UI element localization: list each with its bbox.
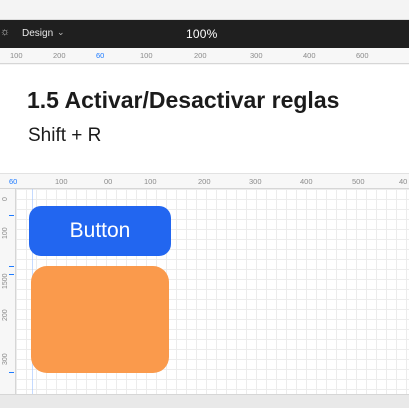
- ruler-label: 200: [198, 177, 211, 186]
- ruler-label: 200: [53, 51, 66, 60]
- content-panel: 1.5 Activar/Desactivar reglas Shift + R: [0, 65, 409, 173]
- ruler-label: 1500: [2, 273, 9, 289]
- top-toolbar: ☼ Design ⌄ 100%: [0, 0, 409, 48]
- ruler-label: 40: [399, 177, 408, 186]
- ruler-label: 300: [2, 353, 9, 365]
- ruler-label: 600: [356, 51, 369, 60]
- bottom-bar: [0, 394, 409, 408]
- ruler-label: 400: [303, 51, 316, 60]
- ruler-label: 60: [96, 51, 105, 60]
- ruler-label: 60: [9, 177, 18, 186]
- ruler-label: 100: [55, 177, 68, 186]
- ruler-label: 100: [144, 177, 157, 186]
- ruler-marker: [9, 274, 14, 275]
- ruler-marker: [9, 266, 14, 267]
- chevron-down-icon[interactable]: ⌄: [57, 27, 65, 38]
- zoom-level[interactable]: 100%: [186, 27, 218, 41]
- horizontal-ruler-lower[interactable]: 60 100 00 100 200 300 400 500 40: [0, 173, 409, 189]
- horizontal-ruler-upper: 100 200 60 100 200 300 400 600: [0, 48, 409, 64]
- ruler-label: 400: [300, 177, 313, 186]
- ruler-label: 200: [194, 51, 207, 60]
- ruler-label: 100: [10, 51, 23, 60]
- ruler-label: 100: [2, 227, 9, 239]
- ruler-label: 300: [249, 177, 262, 186]
- page-title: 1.5 Activar/Desactivar reglas: [27, 87, 340, 113]
- ruler-label: 100: [140, 51, 153, 60]
- design-tab[interactable]: Design: [22, 28, 53, 39]
- ruler-label: 500: [352, 177, 365, 186]
- keyboard-shortcut: Shift + R: [28, 125, 102, 146]
- orange-rectangle-shape[interactable]: [31, 266, 169, 373]
- ruler-label: 200: [2, 309, 9, 321]
- window-edge: [0, 0, 409, 20]
- ruler-marker: [9, 215, 14, 216]
- vertical-ruler[interactable]: 0 100 1500 200 300: [0, 189, 16, 394]
- ruler-marker: [9, 372, 14, 373]
- ruler-label: 00: [104, 177, 113, 186]
- canvas-button-shape[interactable]: Button: [29, 206, 171, 256]
- menu-icon[interactable]: ☼: [0, 26, 10, 38]
- ruler-label: 0: [2, 197, 9, 201]
- ruler-label: 300: [250, 51, 263, 60]
